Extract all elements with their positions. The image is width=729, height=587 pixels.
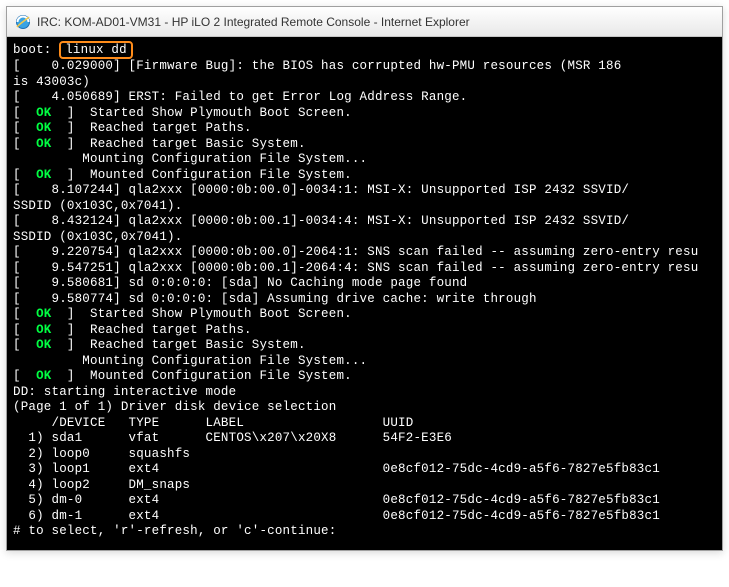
log-line: is 43003c) [13, 75, 716, 91]
select-prompt[interactable]: # to select, 'r'-refresh, or 'c'-continu… [13, 524, 716, 540]
log-line: [ OK ] Mounted Configuration File System… [13, 369, 716, 385]
log-line: [ OK ] Reached target Paths. [13, 121, 716, 137]
table-row: 3) loop1 ext4 0e8cf012-75dc-4cd9-a5f6-78… [13, 462, 716, 478]
log-line: Mounting Configuration File System... [13, 354, 716, 370]
log-line: [ OK ] Reached target Basic System. [13, 338, 716, 354]
log-line: [ 8.432124] qla2xxx [0000:0b:00.1]-0034:… [13, 214, 716, 230]
log-line: DD: starting interactive mode [13, 385, 716, 401]
boot-input-highlight: linux dd [59, 41, 133, 59]
boot-line: boot: linux dd [13, 41, 716, 59]
table-row: 1) sda1 vfat CENTOS\x207\x20X8 54F2-E3E6 [13, 431, 716, 447]
table-row: 6) dm-1 ext4 0e8cf012-75dc-4cd9-a5f6-782… [13, 509, 716, 525]
ie-icon [15, 14, 31, 30]
boot-prompt: boot: [13, 43, 52, 57]
ie-window: IRC: KOM-AD01-VM31 - HP iLO 2 Integrated… [6, 6, 723, 551]
log-line: [ 8.107244] qla2xxx [0000:0b:00.0]-0034:… [13, 183, 716, 199]
log-line: [ OK ] Reached target Paths. [13, 323, 716, 339]
log-line: (Page 1 of 1) Driver disk device selecti… [13, 400, 716, 416]
log-line: [ 0.029000] [Firmware Bug]: the BIOS has… [13, 59, 716, 75]
log-line: [ 4.050689] ERST: Failed to get Error Lo… [13, 90, 716, 106]
log-line: Mounting Configuration File System... [13, 152, 716, 168]
titlebar[interactable]: IRC: KOM-AD01-VM31 - HP iLO 2 Integrated… [7, 7, 722, 37]
table-row: /DEVICE TYPE LABEL UUID [13, 416, 716, 432]
log-line: [ OK ] Mounted Configuration File System… [13, 168, 716, 184]
log-line: [ 9.580774] sd 0:0:0:0: [sda] Assuming d… [13, 292, 716, 308]
log-line: [ 9.580681] sd 0:0:0:0: [sda] No Caching… [13, 276, 716, 292]
console-output: boot: linux dd[ 0.029000] [Firmware Bug]… [7, 37, 722, 550]
log-line: SSDID (0x103C,0x7041). [13, 199, 716, 215]
boot-input[interactable]: linux dd [65, 43, 127, 57]
log-line: [ OK ] Reached target Basic System. [13, 137, 716, 153]
log-line: SSDID (0x103C,0x7041). [13, 230, 716, 246]
table-row: 2) loop0 squashfs [13, 447, 716, 463]
log-line: [ OK ] Started Show Plymouth Boot Screen… [13, 307, 716, 323]
window-title: IRC: KOM-AD01-VM31 - HP iLO 2 Integrated… [37, 15, 470, 29]
table-row: 4) loop2 DM_snaps [13, 478, 716, 494]
log-line: [ 9.220754] qla2xxx [0000:0b:00.0]-2064:… [13, 245, 716, 261]
log-line: [ 9.547251] qla2xxx [0000:0b:00.1]-2064:… [13, 261, 716, 277]
log-line: [ OK ] Started Show Plymouth Boot Screen… [13, 106, 716, 122]
table-row: 5) dm-0 ext4 0e8cf012-75dc-4cd9-a5f6-782… [13, 493, 716, 509]
